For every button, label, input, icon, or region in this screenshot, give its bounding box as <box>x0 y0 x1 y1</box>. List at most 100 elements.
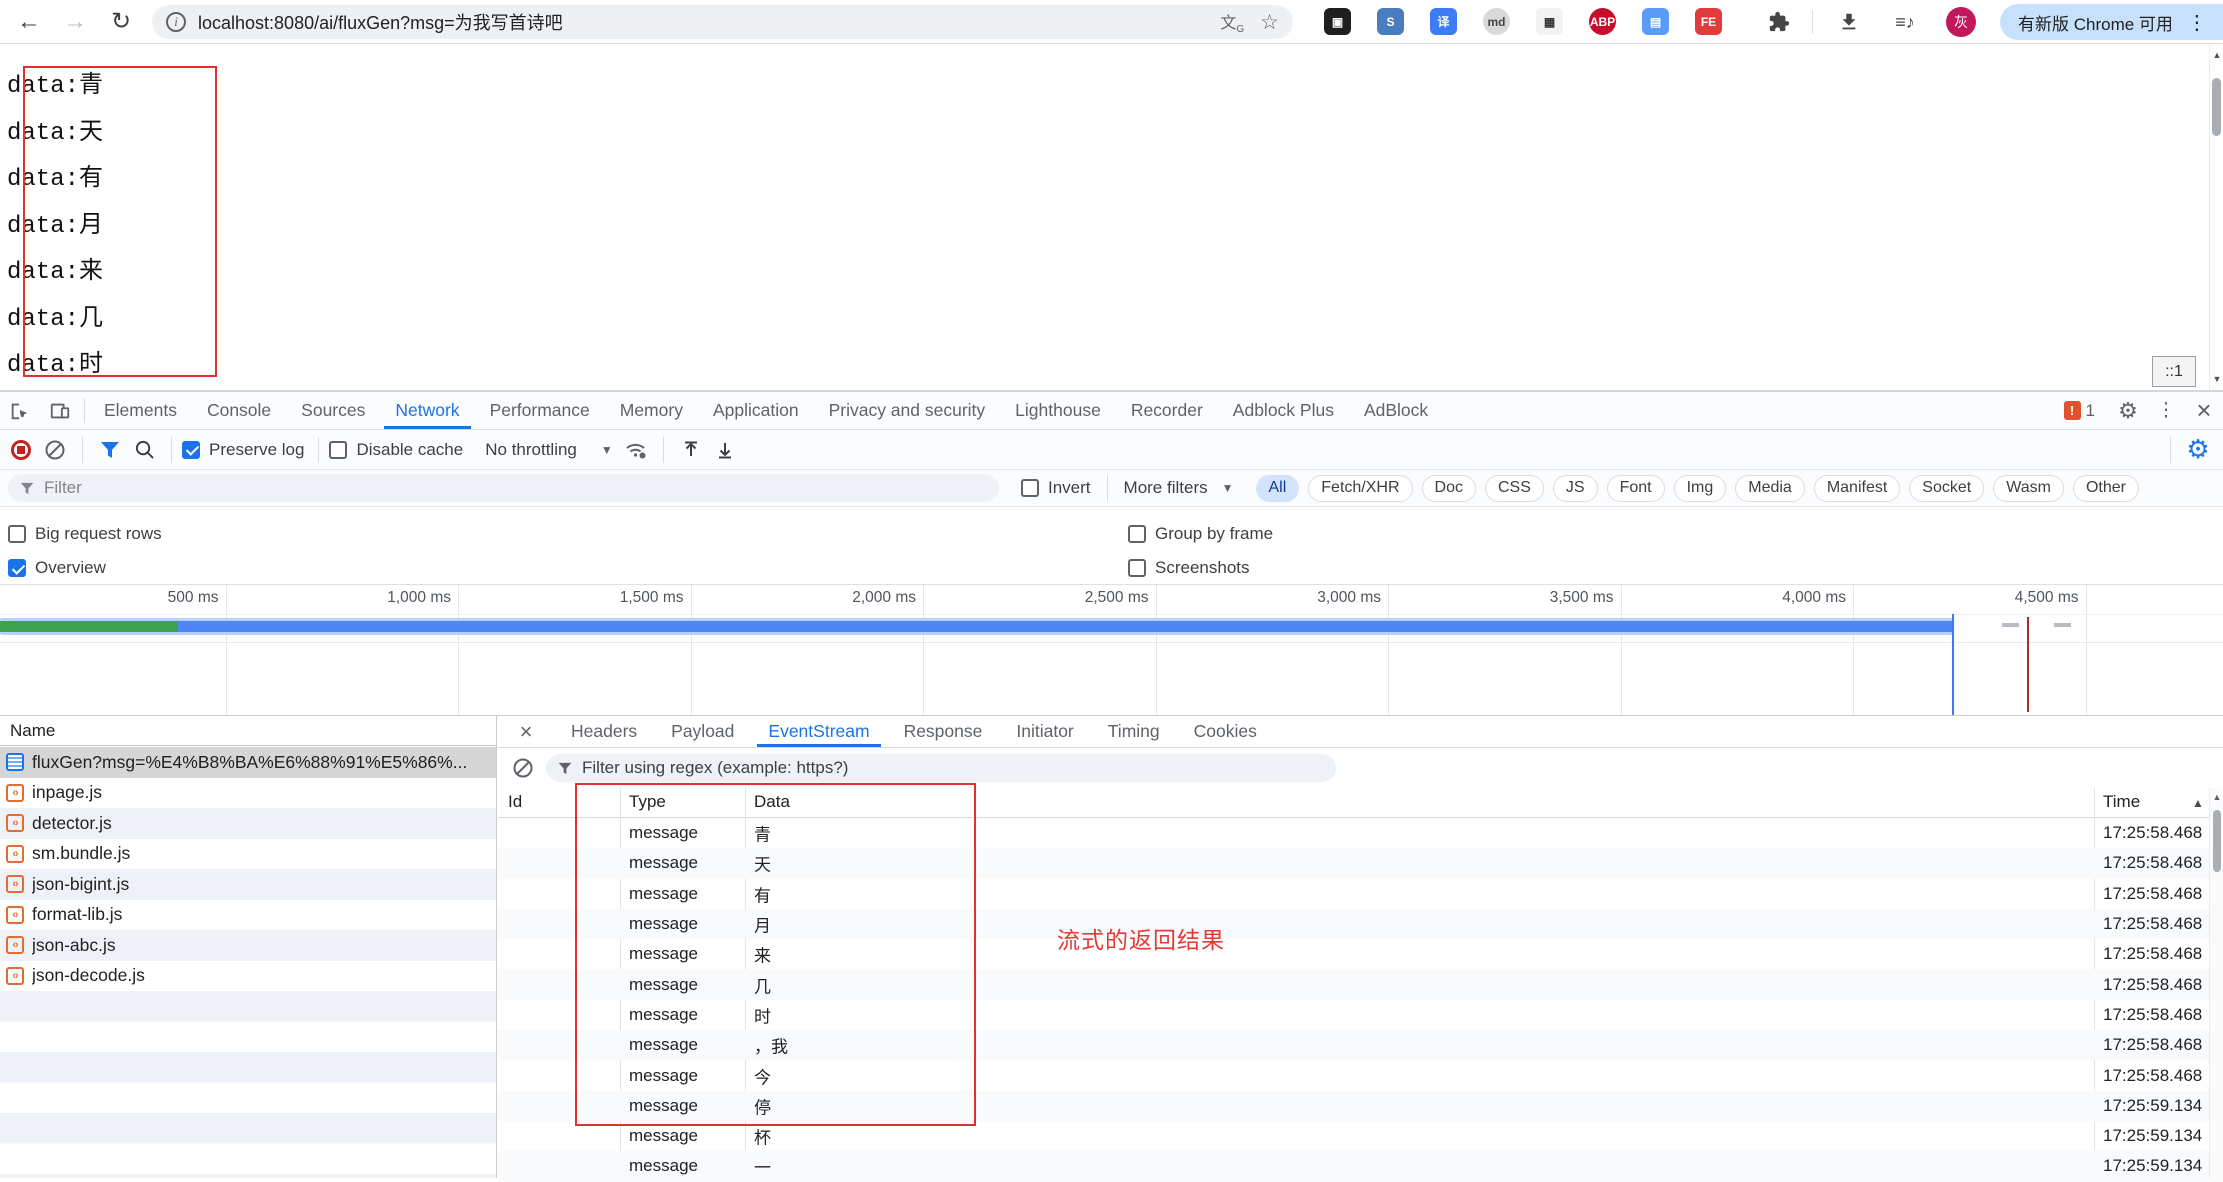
page-scrollbar[interactable]: ▲ ▼ <box>2209 44 2223 390</box>
site-info-icon[interactable]: i <box>166 12 186 32</box>
time-column-header[interactable]: Time <box>2103 792 2140 812</box>
resource-type-chip[interactable]: JS <box>1553 475 1598 502</box>
search-icon[interactable] <box>127 433 161 467</box>
format-lib.js[interactable]: format-lib.js <box>0 900 496 931</box>
scroll-up-icon[interactable]: ▲ <box>2211 792 2223 802</box>
disable-cache-toggle[interactable]: Disable cache <box>329 440 463 460</box>
translate-page-icon[interactable]: 文G <box>1220 9 1244 35</box>
clear-network-log-icon[interactable] <box>38 433 72 467</box>
back-icon[interactable]: ← <box>12 5 46 39</box>
media-playlist-icon[interactable]: ≡♪ <box>1890 7 1920 37</box>
devtools-tab[interactable]: Console <box>192 392 286 429</box>
devtools-tab[interactable]: Sources <box>286 392 380 429</box>
devtools-tab[interactable]: Application <box>698 392 814 429</box>
sm.bundle.js[interactable]: sm.bundle.js <box>0 839 496 870</box>
eventstream-row[interactable]: message 停 17:25:59.134 <box>498 1091 2223 1121</box>
extensions-puzzle-icon[interactable] <box>1764 7 1794 37</box>
group-by-frame-toggle[interactable]: Group by frame <box>1128 520 1273 548</box>
resource-type-chip[interactable]: CSS <box>1485 475 1544 502</box>
detail-tab[interactable]: Timing <box>1091 716 1177 747</box>
name-column-header[interactable]: Name <box>0 716 496 746</box>
eventstream-row[interactable]: message 天 17:25:58.468 <box>498 848 2223 878</box>
id-column-header[interactable]: Id <box>508 792 522 812</box>
inspect-element-icon[interactable] <box>0 392 40 429</box>
eventstream-row[interactable]: message 有 17:25:58.468 <box>498 879 2223 909</box>
scrollbar-thumb[interactable] <box>2213 810 2221 872</box>
address-bar[interactable]: i localhost:8080/ai/fluxGen?msg=为我写首诗吧 文… <box>152 5 1293 39</box>
screenshot-extension-icon[interactable]: ▤ <box>1642 8 1669 35</box>
detail-tab[interactable]: Headers <box>554 716 654 747</box>
eventstream-row[interactable]: message 一 17:25:59.134 <box>498 1151 2223 1181</box>
export-har-icon[interactable] <box>708 433 742 467</box>
forward-icon[interactable]: → <box>58 5 92 39</box>
resource-type-chip[interactable]: Img <box>1674 475 1727 502</box>
chrome-update-button[interactable]: 有新版 Chrome 可用 ⋮ <box>2000 4 2223 40</box>
overview-toggle[interactable]: Overview <box>8 554 106 582</box>
eventstream-row[interactable]: message 今 17:25:58.468 <box>498 1060 2223 1090</box>
timeline-ruler[interactable]: 500 ms1,000 ms1,500 ms2,000 ms2,500 ms3,… <box>0 585 2087 715</box>
detail-tab[interactable]: Cookies <box>1177 716 1274 747</box>
resource-type-chip[interactable]: Wasm <box>1993 475 2064 502</box>
filter-input[interactable]: Filter <box>8 474 999 502</box>
overview-timeline-bar[interactable] <box>0 618 1953 635</box>
avatar[interactable]: 灰 <box>1946 7 1976 37</box>
network-conditions-icon[interactable] <box>619 433 653 467</box>
detail-tab[interactable]: Payload <box>654 716 751 747</box>
dark-theme-extension-icon[interactable]: ▣ <box>1324 8 1351 35</box>
json-bigint.js[interactable]: json-bigint.js <box>0 869 496 900</box>
detail-tab[interactable]: Initiator <box>999 716 1090 747</box>
device-toolbar-icon[interactable] <box>40 392 80 429</box>
sort-asc-icon[interactable]: ▲ <box>2192 796 2204 810</box>
eventstream-row[interactable]: message 青 17:25:58.468 <box>498 818 2223 848</box>
disable-cache-checkbox[interactable] <box>329 441 347 459</box>
scroll-down-icon[interactable]: ▼ <box>2211 374 2223 384</box>
eventstream-row[interactable]: message 几 17:25:58.468 <box>498 969 2223 999</box>
devtools-tab[interactable]: AdBlock <box>1349 392 1443 429</box>
resource-type-chip[interactable]: Doc <box>1422 475 1476 502</box>
fluxGen?msg=%E4%B8%BA%E6%88%91%E5%86%...[interactable]: fluxGen?msg=%E4%B8%BA%E6%88%91%E5%86%... <box>0 747 496 778</box>
markdown-extension-icon[interactable]: md <box>1483 8 1510 35</box>
eventstream-regex-input[interactable]: Filter using regex (example: https?) <box>546 754 1336 782</box>
invert-checkbox[interactable] <box>1021 479 1039 497</box>
devtools-tab[interactable]: Lighthouse <box>1000 392 1116 429</box>
more-menu-icon[interactable]: ⋮ <box>2147 392 2185 429</box>
devtools-tab[interactable]: Recorder <box>1116 392 1218 429</box>
url-text[interactable]: localhost:8080/ai/fluxGen?msg=为我写首诗吧 <box>198 9 1220 35</box>
detail-tab[interactable]: EventStream <box>751 716 886 747</box>
json-abc.js[interactable]: json-abc.js <box>0 930 496 961</box>
group-by-frame-checkbox[interactable] <box>1128 525 1146 543</box>
throttling-dropdown[interactable]: No throttling ▼ <box>485 440 613 460</box>
import-har-icon[interactable] <box>674 433 708 467</box>
qr-code-extension-icon[interactable]: ▦ <box>1536 8 1563 35</box>
close-detail-icon[interactable]: × <box>498 716 554 747</box>
resource-type-chip[interactable]: Manifest <box>1814 475 1900 502</box>
eventstream-row[interactable]: message 来 17:25:58.468 <box>498 939 2223 969</box>
s-extension-icon[interactable]: S <box>1377 8 1404 35</box>
download-icon[interactable] <box>1834 7 1864 37</box>
eventstream-row[interactable]: message ，我 17:25:58.468 <box>498 1030 2223 1060</box>
resource-type-chip[interactable]: Socket <box>1909 475 1984 502</box>
scroll-up-icon[interactable]: ▲ <box>2211 50 2223 60</box>
close-devtools-icon[interactable]: × <box>2185 392 2223 429</box>
devtools-tab[interactable]: Memory <box>605 392 698 429</box>
devtools-tab[interactable]: Performance <box>475 392 605 429</box>
more-menu-icon[interactable]: ⋮ <box>2187 10 2207 35</box>
eventstream-scrollbar[interactable]: ▲ <box>2209 788 2223 1178</box>
preserve-log-toggle[interactable]: Preserve log <box>182 440 304 460</box>
overview-checkbox[interactable] <box>8 559 26 577</box>
detail-tab[interactable]: Response <box>887 716 1000 747</box>
data-column-header[interactable]: Data <box>754 792 790 812</box>
fehelper-extension-icon[interactable]: FE <box>1695 8 1722 35</box>
devtools-tab[interactable]: Elements <box>89 392 192 429</box>
devtools-tab[interactable]: Adblock Plus <box>1218 392 1349 429</box>
resource-type-chip[interactable]: Other <box>2073 475 2139 502</box>
more-filters-dropdown[interactable]: More filters ▼ <box>1124 478 1234 498</box>
big-request-rows-checkbox[interactable] <box>8 525 26 543</box>
translate-extension-icon[interactable]: 译 <box>1430 8 1457 35</box>
bookmark-star-icon[interactable]: ☆ <box>1260 10 1279 35</box>
invert-toggle[interactable]: Invert <box>1021 478 1091 498</box>
screenshots-checkbox[interactable] <box>1128 559 1146 577</box>
detector.js[interactable]: detector.js <box>0 808 496 839</box>
eventstream-row[interactable]: message 时 17:25:58.468 <box>498 1000 2223 1030</box>
adblock-plus-extension-icon[interactable]: ABP <box>1589 8 1616 35</box>
